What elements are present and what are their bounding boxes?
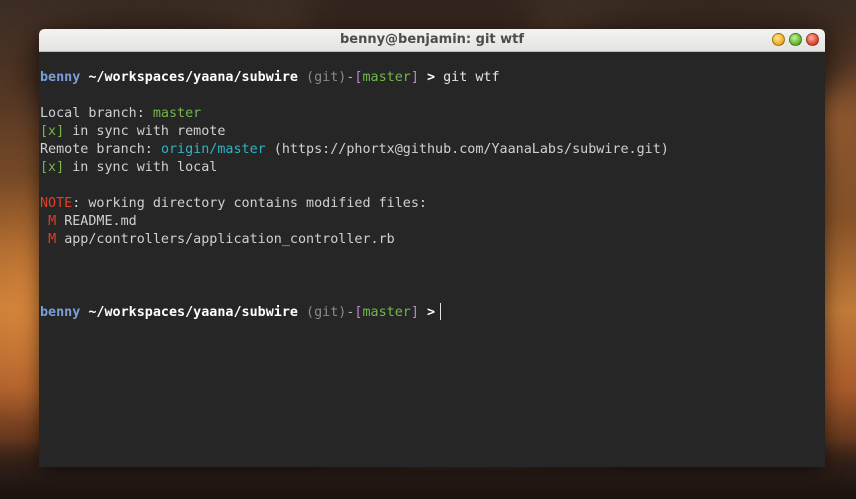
local-branch-label: Local branch: bbox=[40, 106, 153, 121]
maximize-button[interactable] bbox=[789, 33, 802, 46]
prompt-bracket-close: ] bbox=[410, 70, 419, 85]
text-cursor bbox=[440, 303, 442, 320]
remote-sync-check: [x] bbox=[40, 160, 65, 175]
local-branch-line: Local branch: master bbox=[40, 105, 825, 123]
prompt-branch: master bbox=[362, 305, 411, 320]
prompt-user: benny bbox=[40, 70, 81, 85]
window-controls bbox=[772, 33, 819, 46]
file-status: M bbox=[48, 214, 57, 229]
close-button[interactable] bbox=[806, 33, 819, 46]
remote-sync-text: in sync with local bbox=[64, 160, 218, 175]
local-sync-line: [x] in sync with remote bbox=[40, 123, 825, 141]
window-title: benny@benjamin: git wtf bbox=[339, 32, 525, 47]
remote-branch-label: Remote branch: bbox=[40, 142, 161, 157]
prompt-git-label: (git) bbox=[306, 305, 347, 320]
file-path: README.md bbox=[64, 214, 137, 229]
remote-branch-line: Remote branch: origin/master (https://ph… bbox=[40, 141, 825, 159]
note-text: : working directory contains modified fi… bbox=[72, 196, 427, 211]
remote-sync-line: [x] in sync with local bbox=[40, 159, 825, 177]
local-sync-check: [x] bbox=[40, 124, 65, 139]
prompt-path: ~/workspaces/yaana/subwire bbox=[88, 70, 298, 85]
prompt-git-label: (git) bbox=[306, 70, 347, 85]
file-path: app/controllers/application_controller.r… bbox=[64, 232, 395, 247]
title-bar[interactable]: benny@benjamin: git wtf bbox=[39, 29, 825, 52]
prompt-symbol: > bbox=[426, 305, 436, 320]
prompt-bracket-close: ] bbox=[410, 305, 419, 320]
local-branch-name: master bbox=[152, 106, 202, 121]
modified-file-row: M app/controllers/application_controller… bbox=[40, 231, 825, 249]
local-sync-text: in sync with remote bbox=[64, 124, 226, 139]
file-status: M bbox=[48, 232, 57, 247]
remote-url: (https://phortx@github.com/YaanaLabs/sub… bbox=[265, 142, 669, 157]
minimize-button[interactable] bbox=[772, 33, 785, 46]
terminal-window[interactable]: benny@benjamin: git wtf benny ~/workspac… bbox=[39, 29, 825, 467]
prompt-user: benny bbox=[40, 305, 81, 320]
prompt-branch: master bbox=[362, 70, 411, 85]
prompt-line: benny ~/workspaces/yaana/subwire (git)-[… bbox=[40, 69, 825, 87]
modified-file-row: M README.md bbox=[40, 213, 825, 231]
note-label: NOTE bbox=[40, 196, 73, 211]
remote-branch-name: origin/master bbox=[160, 142, 266, 157]
prompt-symbol: > bbox=[426, 70, 436, 85]
prompt-line[interactable]: benny ~/workspaces/yaana/subwire (git)-[… bbox=[40, 303, 825, 321]
command-text: git wtf bbox=[443, 70, 500, 85]
prompt-path: ~/workspaces/yaana/subwire bbox=[88, 305, 298, 320]
terminal-output[interactable]: benny ~/workspaces/yaana/subwire (git)-[… bbox=[39, 52, 825, 467]
note-line: NOTE: working directory contains modifie… bbox=[40, 195, 825, 213]
